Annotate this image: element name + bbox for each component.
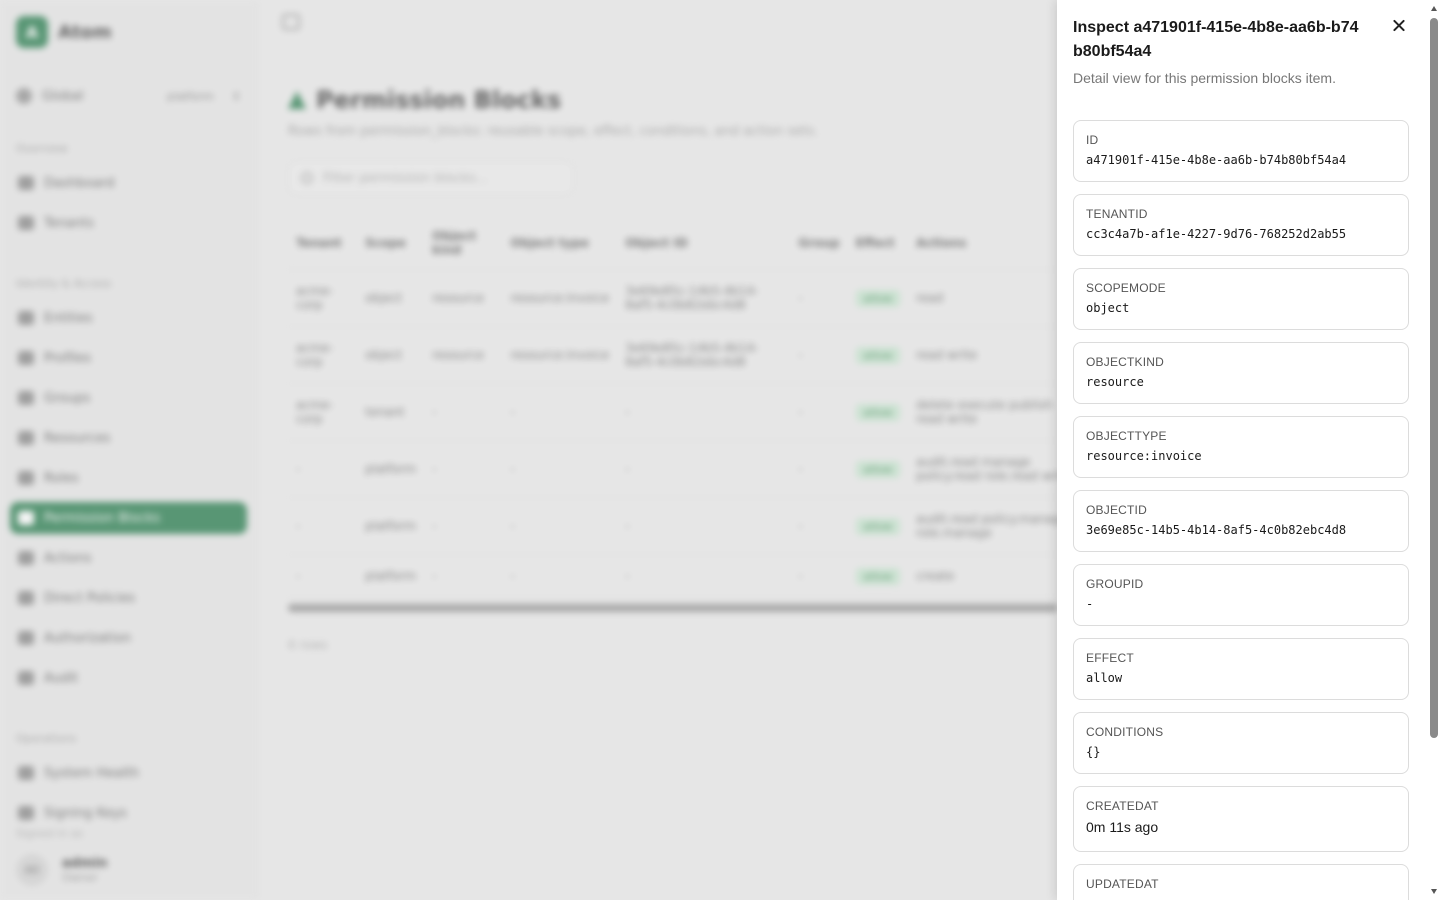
field-updatedat: UPDATEDAT0m 11s ago [1073,864,1409,900]
field-label: CREATEDAT [1086,799,1159,813]
field-objectkind: OBJECTKIND resource [1073,342,1409,404]
field-value: resource:invoice [1086,449,1202,463]
field-label: TENANTID [1086,207,1148,221]
field-label: OBJECTID [1086,503,1147,517]
field-value: - [1086,597,1094,611]
drawer-description: Detail view for this permission blocks i… [1073,70,1336,86]
drawer-title: Inspect a471901f-415e-4b8e-aa6b-b74b80bf… [1073,19,1359,60]
field-value: cc3c4a7b-af1e-4227-9d76-768252d2ab55 [1086,227,1347,241]
scroll-down-arrow-icon[interactable] [1431,889,1437,894]
field-tenantid: TENANTID cc3c4a7b-af1e-4227-9d76-768252d2… [1073,194,1409,256]
field-value: object [1086,301,1130,315]
inspect-drawer: Inspect a471901f-415e-4b8e-aa6b-b74b80bf… [1057,0,1440,900]
field-objectid: OBJECTID 3e69e85c-14b5-4b14-8af5-4c0b82eb… [1073,490,1409,552]
field-conditions: CONDITIONS {} [1073,712,1409,774]
drawer-scrollbar[interactable] [1430,6,1438,894]
field-value: {} [1086,745,1101,759]
field-label: SCOPEMODE [1086,281,1166,295]
field-value: 0m 11s ago [1086,819,1159,835]
field-label: OBJECTKIND [1086,355,1165,369]
field-label: EFFECT [1086,651,1134,665]
field-label: OBJECTTYPE [1086,429,1167,443]
modal-overlay[interactable] [0,0,1057,900]
field-value: 3e69e85c-14b5-4b14-8af5-4c0b82ebc4d8 [1086,523,1347,537]
field-value: resource [1086,375,1144,389]
close-icon[interactable] [1390,17,1408,35]
detail-fields: ID a471901f-415e-4b8e-aa6b-b74b80bf54a4 TE… [1073,120,1409,900]
field-createdat: CREATEDAT 0m 11s ago [1073,786,1409,852]
field-scopemode: SCOPEMODE object [1073,268,1409,330]
field-label: ID [1086,133,1099,147]
scrollbar-thumb[interactable] [1430,18,1438,738]
field-effect: EFFECT allow [1073,638,1409,700]
field-label: UPDATEDAT [1086,877,1159,891]
scroll-up-arrow-icon[interactable] [1431,6,1437,11]
field-label: GROUPID [1086,577,1144,591]
field-value: allow [1086,671,1123,685]
field-label: CONDITIONS [1086,725,1164,739]
field-value: a471901f-415e-4b8e-aa6b-b74b80bf54a4 [1086,153,1347,167]
field-groupid: GROUPID - [1073,564,1409,626]
field-id: ID a471901f-415e-4b8e-aa6b-b74b80bf54a4 [1073,120,1409,182]
field-objecttype: OBJECTTYPE resource:invoice [1073,416,1409,478]
